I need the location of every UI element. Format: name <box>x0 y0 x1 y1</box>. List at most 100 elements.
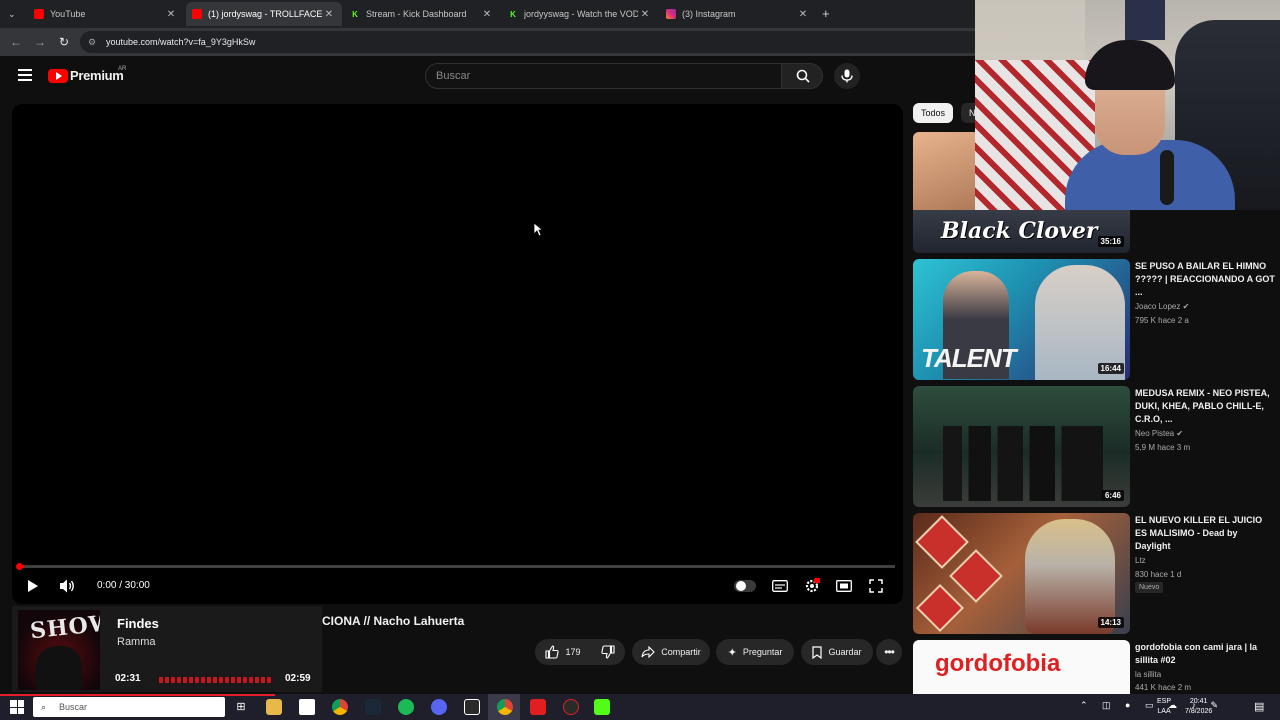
theater-mode-icon[interactable] <box>836 580 852 592</box>
kick-favicon-icon: K <box>352 9 358 19</box>
recommendation-title[interactable]: EL NUEVO KILLER EL JUICIO ES MALISIMO - … <box>1135 514 1275 553</box>
recommendation-title[interactable]: gordofobia con cami jara | la sillita #0… <box>1135 641 1275 667</box>
chrome-icon[interactable] <box>332 699 348 715</box>
verified-icon: ✔ <box>1176 429 1184 438</box>
tab-instagram[interactable]: (3) Instagram ✕ <box>660 2 816 26</box>
close-icon[interactable]: ✕ <box>322 9 336 20</box>
obs-icon[interactable] <box>563 699 579 715</box>
reload-icon[interactable]: ↻ <box>56 34 72 50</box>
progress-scrubber[interactable] <box>16 563 23 570</box>
windows-taskbar: ⌕ Buscar ⊞ ⌃ ◫ ● ▭ ☁ ♪ ✎ ESP LAA 20:41 7… <box>0 694 1280 720</box>
save-button[interactable]: Guardar <box>801 639 873 665</box>
video-thumbnail[interactable]: TALENT 16:44 <box>913 259 1130 380</box>
youtube-logo-icon[interactable] <box>48 69 68 83</box>
duration-badge: 14:13 <box>1097 617 1124 628</box>
more-actions-button[interactable]: ••• <box>876 639 902 665</box>
settings-gear-icon[interactable] <box>804 578 820 594</box>
video-thumbnail[interactable]: gordofobia <box>913 640 1130 694</box>
ask-button[interactable]: ✦ Preguntar <box>716 639 794 665</box>
subtitles-icon[interactable] <box>772 580 788 592</box>
microphone-icon <box>841 69 853 83</box>
kick-icon[interactable] <box>594 699 610 715</box>
recommendation-title[interactable]: SE PUSO A BAILAR EL HIMNO ????? | REACCI… <box>1135 260 1275 299</box>
recommendation-item[interactable]: TALENT 16:44 SE PUSO A BAILAR EL HIMNO ?… <box>913 259 1280 381</box>
autoplay-toggle[interactable] <box>734 580 756 592</box>
webcam-poster <box>1125 0 1165 40</box>
youtube-logo-text[interactable]: Premium <box>70 68 124 83</box>
close-icon[interactable]: ✕ <box>796 9 810 20</box>
webcam-person-hair <box>1085 40 1175 90</box>
like-icon[interactable] <box>545 645 560 659</box>
webcam-microphone <box>1160 150 1174 205</box>
bookmark-icon <box>812 645 823 659</box>
discord-icon[interactable] <box>431 699 447 715</box>
recommendation-title[interactable]: MEDUSA REMIX - NEO PISTEA, DUKI, KHEA, P… <box>1135 387 1275 426</box>
chip-todos[interactable]: Todos <box>913 103 954 123</box>
thumbnail-text: Black Clover <box>941 218 1098 244</box>
more-horizontal-icon: ••• <box>884 645 895 659</box>
taskbar-search-input[interactable]: ⌕ Buscar <box>33 697 225 717</box>
track-title: Findes <box>117 616 159 631</box>
tab-youtube[interactable]: YouTube ✕ <box>28 2 184 26</box>
tab-search-button[interactable]: ⌄ <box>0 2 26 26</box>
tab-jordyswag-video[interactable]: (1) jordyswag - TROLLFACE REACCIONA ✕ <box>186 2 342 26</box>
recommendation-item[interactable]: 14:13 EL NUEVO KILLER EL JUICIO ES MALIS… <box>913 513 1280 635</box>
notifications-icon[interactable]: ▤ <box>1254 700 1264 713</box>
close-icon[interactable]: ✕ <box>480 9 494 20</box>
thumbnail-face <box>913 132 975 210</box>
channel-name[interactable]: la sillita <box>1135 670 1161 679</box>
video-title: CIONA // Nacho Lahuerta <box>322 614 465 628</box>
mouse-cursor-icon <box>533 222 543 237</box>
clock[interactable]: 20:41 7/8/2026 <box>1185 697 1212 717</box>
site-info-icon[interactable]: ⚙ <box>88 31 96 53</box>
mail-icon[interactable] <box>299 699 315 715</box>
youtube-favicon-icon <box>192 9 202 19</box>
thumbnail-text: gordofobia <box>935 650 1061 677</box>
file-explorer-icon[interactable] <box>266 699 282 715</box>
channel-name[interactable]: Neo Pistea ✔ <box>1135 429 1183 438</box>
forward-arrow-icon[interactable]: → <box>32 34 48 50</box>
play-icon[interactable] <box>27 579 39 593</box>
video-meta: 441 K hace 2 m <box>1135 683 1192 692</box>
video-thumbnail[interactable]: 14:13 <box>913 513 1130 634</box>
recommendation-item[interactable]: 6:46 MEDUSA REMIX - NEO PISTEA, DUKI, KH… <box>913 386 1280 508</box>
thumbnail-group <box>943 426 1103 501</box>
verified-icon: ✔ <box>1182 302 1190 311</box>
chrome-active-icon[interactable] <box>497 699 513 715</box>
search-button[interactable] <box>781 63 823 89</box>
video-meta: 795 K hace 2 a <box>1135 316 1189 325</box>
new-tab-button[interactable]: + <box>822 6 830 21</box>
fullscreen-icon[interactable] <box>869 579 883 593</box>
volume-icon[interactable] <box>59 578 76 594</box>
progress-bar[interactable] <box>20 565 895 568</box>
close-icon[interactable]: ✕ <box>638 9 652 20</box>
dislike-icon[interactable] <box>600 645 615 659</box>
sparkle-icon: ✦ <box>727 646 737 659</box>
language-indicator[interactable]: ESP LAA <box>1157 697 1171 717</box>
search-input[interactable]: Buscar <box>425 63 782 89</box>
duration-badge: 16:44 <box>1097 363 1124 374</box>
task-view-icon[interactable]: ⊞ <box>233 699 249 715</box>
channel-name[interactable]: Joaco Lopez ✔ <box>1135 302 1189 311</box>
video-player[interactable]: 0:00 / 30:00 <box>12 104 903 604</box>
video-thumbnail[interactable]: 6:46 <box>913 386 1130 507</box>
share-button[interactable]: Compartir <box>632 639 710 665</box>
share-icon <box>641 646 656 658</box>
like-count[interactable]: 179 <box>565 647 580 657</box>
spotify-icon[interactable] <box>398 699 414 715</box>
album-art-lettering: SHOW <box>28 610 100 645</box>
back-arrow-icon[interactable]: ← <box>8 34 24 50</box>
menu-icon[interactable] <box>18 69 32 81</box>
recommendation-item[interactable]: gordofobia gordofobia con cami jara | la… <box>913 640 1280 694</box>
video-meta: 5,9 M hace 3 m <box>1135 443 1191 452</box>
media-player-icon[interactable] <box>530 699 546 715</box>
windows-start-icon[interactable] <box>10 700 24 714</box>
channel-name[interactable]: Ltz <box>1135 556 1146 565</box>
capcut-icon[interactable] <box>464 699 480 715</box>
thumbnail-text: TALENT <box>921 343 1017 373</box>
steam-icon[interactable] <box>365 699 381 715</box>
tab-kick-vod[interactable]: K jordyyswag - Watch the VOD on Kick ✕ <box>502 2 658 26</box>
tab-kick-dashboard[interactable]: K Stream - Kick Dashboard ✕ <box>344 2 500 26</box>
voice-search-button[interactable] <box>834 63 860 89</box>
close-icon[interactable]: ✕ <box>164 9 178 20</box>
